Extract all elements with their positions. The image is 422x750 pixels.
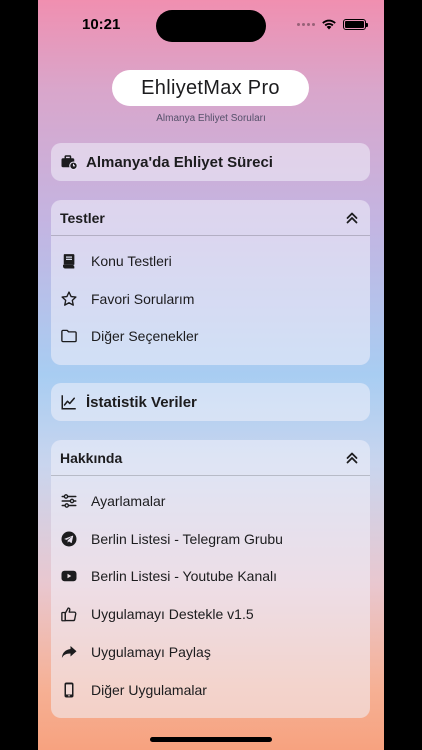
ehliyet-process-button[interactable]: Almanya'da Ehliyet Süreci xyxy=(51,143,370,181)
menu-item-label: Uygulamayı Paylaş xyxy=(91,644,211,661)
tests-section-header[interactable]: Testler xyxy=(51,200,370,236)
dynamic-island xyxy=(156,10,266,42)
menu-item-youtube[interactable]: Berlin Listesi - Youtube Kanalı xyxy=(51,558,370,596)
about-section: Hakkında Ayarlamalar Berlin Listesi - Te… xyxy=(51,440,370,718)
menu-item-label: Diğer Seçenekler xyxy=(91,328,199,345)
ehliyet-process-label: Almanya'da Ehliyet Süreci xyxy=(86,153,273,171)
menu-item-ayarlamalar[interactable]: Ayarlamalar xyxy=(51,482,370,520)
status-icons xyxy=(297,18,368,30)
battery-icon xyxy=(343,18,368,30)
menu-item-label: Uygulamayı Destekle v1.5 xyxy=(91,606,254,623)
briefcase-clock-icon xyxy=(60,153,78,171)
chart-line-icon xyxy=(60,393,78,411)
menu-item-label: Ayarlamalar xyxy=(91,492,166,509)
tests-section-title: Testler xyxy=(60,209,105,226)
home-indicator[interactable] xyxy=(150,737,272,742)
menu-item-label: Berlin Listesi - Youtube Kanalı xyxy=(91,568,278,585)
about-section-title: Hakkında xyxy=(60,449,123,466)
chevron-double-up-icon[interactable] xyxy=(343,209,361,227)
signal-icon xyxy=(297,22,315,26)
tests-section: Testler Konu Testleri Favori Sorularım D… xyxy=(51,200,370,365)
menu-item-diger-uygulamalar[interactable]: Diğer Uygulamalar xyxy=(51,671,370,709)
app-subtitle: Almanya Ehliyet Soruları xyxy=(156,113,266,124)
app-title: EhliyetMax Pro xyxy=(112,70,309,106)
star-icon xyxy=(60,290,78,308)
statistics-button[interactable]: İstatistik Veriler xyxy=(51,383,370,421)
menu-item-label: Diğer Uygulamalar xyxy=(91,681,207,698)
menu-item-label: Berlin Listesi - Telegram Grubu xyxy=(91,530,283,547)
about-section-header[interactable]: Hakkında xyxy=(51,440,370,476)
statistics-label: İstatistik Veriler xyxy=(86,393,197,411)
youtube-icon xyxy=(60,567,78,585)
menu-item-favori-sorular[interactable]: Favori Sorularım xyxy=(51,280,370,318)
app-screen: 10:21 EhliyetMax Pro Almanya Ehliyet Sor… xyxy=(38,0,384,750)
menu-item-destekle[interactable]: Uygulamayı Destekle v1.5 xyxy=(51,595,370,633)
menu-item-label: Konu Testleri xyxy=(91,252,172,269)
wifi-icon xyxy=(322,19,336,30)
phone-icon xyxy=(60,681,78,699)
book-icon xyxy=(60,252,78,270)
thumbs-up-icon xyxy=(60,605,78,623)
status-time: 10:21 xyxy=(82,16,121,33)
menu-item-paylas[interactable]: Uygulamayı Paylaş xyxy=(51,633,370,671)
menu-item-telegram[interactable]: Berlin Listesi - Telegram Grubu xyxy=(51,520,370,558)
sliders-icon xyxy=(60,492,78,510)
telegram-icon xyxy=(60,530,78,548)
menu-item-label: Favori Sorularım xyxy=(91,290,195,307)
menu-item-konu-testleri[interactable]: Konu Testleri xyxy=(51,242,370,280)
folder-icon xyxy=(60,327,78,345)
share-icon xyxy=(60,643,78,661)
chevron-double-up-icon[interactable] xyxy=(343,449,361,467)
menu-item-diger-secenekler[interactable]: Diğer Seçenekler xyxy=(51,318,370,356)
